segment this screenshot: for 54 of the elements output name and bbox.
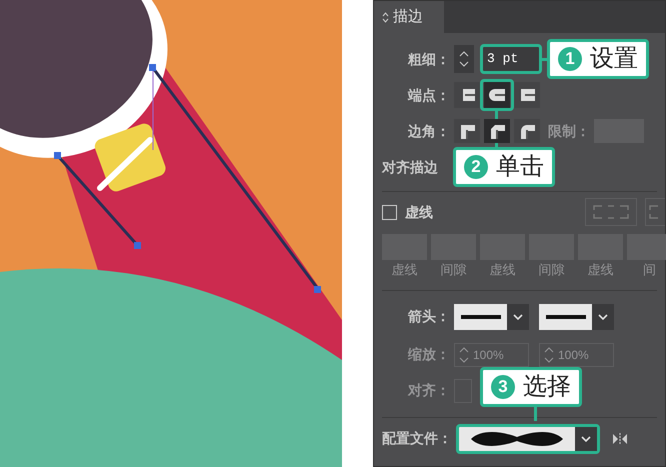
arrowhead-dropdown[interactable] bbox=[539, 304, 614, 330]
field-label: 端点： bbox=[406, 86, 451, 105]
corner-button[interactable] bbox=[454, 119, 480, 143]
dash-label: 虚线 bbox=[390, 261, 418, 279]
dash-label: 间 bbox=[642, 261, 657, 279]
flip-icon[interactable] bbox=[612, 432, 628, 444]
stepper-icon bbox=[459, 51, 469, 67]
dash-label: 虚线 bbox=[488, 261, 516, 279]
limit-label: 限制： bbox=[548, 122, 590, 140]
chevron-down-icon bbox=[513, 314, 523, 320]
panel-title: 描边 bbox=[393, 6, 423, 27]
step-number: 1 bbox=[558, 47, 582, 71]
callout-text: 单击 bbox=[496, 152, 544, 182]
dash-label: 间隙 bbox=[538, 261, 566, 279]
dashed-label: 虚线 bbox=[405, 202, 433, 222]
weight-field[interactable]: 3 pt bbox=[480, 44, 542, 74]
stepper-button[interactable] bbox=[454, 45, 474, 73]
profile-label: 配置文件： bbox=[381, 429, 453, 448]
profile-dropdown[interactable] bbox=[456, 424, 600, 454]
cap-style-icon bbox=[519, 87, 535, 103]
corner-style-icon bbox=[489, 123, 505, 139]
field-label: 边角： bbox=[407, 122, 451, 140]
field-label: 箭头： bbox=[407, 307, 451, 326]
step-number: 3 bbox=[491, 375, 515, 399]
dash-label: 间隙 bbox=[440, 261, 468, 279]
dash-label: 虚线 bbox=[586, 261, 614, 279]
chevron-down-icon bbox=[581, 436, 591, 442]
stepper-icon bbox=[459, 346, 469, 362]
field-label: 粗细： bbox=[406, 50, 451, 68]
cap-button[interactable] bbox=[484, 82, 510, 108]
stepper-icon bbox=[544, 346, 554, 362]
corner-style-icon bbox=[459, 123, 475, 139]
cap-button[interactable] bbox=[514, 82, 540, 108]
field-label: 对齐： bbox=[406, 381, 451, 400]
callout-text: 选择 bbox=[523, 372, 571, 402]
dashed-checkbox[interactable] bbox=[382, 204, 397, 220]
panel-tab[interactable]: 描边 bbox=[374, 1, 444, 33]
scale-value: 100% bbox=[473, 346, 504, 364]
dashed-corners-icon bbox=[593, 205, 629, 219]
arrowhead-dropdown[interactable] bbox=[454, 304, 529, 330]
cap-style-icon bbox=[489, 87, 505, 103]
corner-style-icon bbox=[519, 123, 535, 139]
chevron-down-icon bbox=[598, 314, 608, 320]
highlight-frame bbox=[480, 79, 514, 111]
expand-arrows-icon bbox=[382, 12, 389, 22]
corner-button[interactable] bbox=[514, 119, 540, 143]
cap-button[interactable] bbox=[454, 82, 480, 108]
field-label: 缩放： bbox=[406, 345, 451, 364]
step-number: 2 bbox=[464, 155, 488, 179]
align-stroke-label: 对齐描边 bbox=[382, 158, 438, 176]
scale-value: 100% bbox=[558, 346, 589, 364]
callout-text: 设置 bbox=[590, 44, 638, 74]
corner-button[interactable] bbox=[484, 119, 510, 143]
dash-field bbox=[627, 234, 666, 260]
